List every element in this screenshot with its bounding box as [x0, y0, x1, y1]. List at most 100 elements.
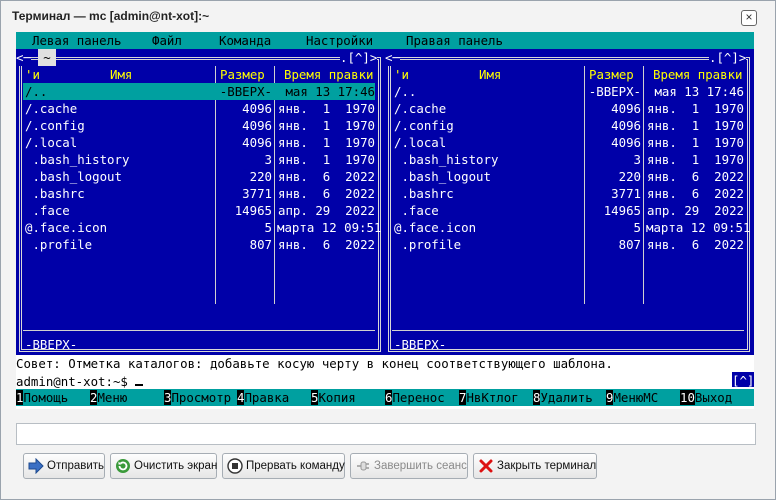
panels-area: <─ ~ .[^]> 'и Имя Размер Время правки /.…	[16, 49, 754, 371]
fkey-label: Выход	[694, 390, 733, 405]
menu-command[interactable]: Команда	[219, 32, 271, 49]
left-col-size[interactable]: Размер	[220, 66, 265, 83]
history-caret[interactable]: [^]	[732, 372, 754, 388]
left-panel-tilde[interactable]: ~	[38, 49, 56, 66]
prompt-text: admin@nt-xot:~$	[16, 374, 136, 389]
fkey-label: Перенос	[392, 390, 445, 405]
right-file-size: 14965	[603, 203, 641, 218]
menu-left-panel[interactable]: Левая панель	[32, 32, 122, 49]
menu-file[interactable]: Файл	[152, 32, 182, 49]
title-bar: Терминал — mc [admin@nt-xot]:~ ×	[1, 1, 775, 31]
right-panel[interactable]: <─ .[^]> 'и Имя Размер Время правки /.. -…	[385, 49, 754, 355]
fkey-label: Меню	[97, 390, 128, 405]
left-col-name[interactable]: Имя	[110, 66, 132, 83]
right-mini-status: -ВВЕРХ-	[394, 337, 447, 352]
left-file-size: 3771	[242, 186, 272, 201]
left-file-time: апр. 29 2022	[278, 203, 375, 218]
interrupt-command-button[interactable]: Прервать команду	[222, 453, 345, 479]
left-file-name: .bash_history	[25, 152, 130, 167]
stop-icon	[227, 458, 243, 474]
clear-screen-button[interactable]: Очистить экран	[110, 453, 217, 479]
terminal-screen[interactable]: Левая панель Файл Команда Настройки Прав…	[16, 32, 754, 409]
right-file-name: @.face.icon	[394, 220, 477, 235]
menu-settings[interactable]: Настройки	[306, 32, 373, 49]
fkey-9[interactable]: 9МенюМС	[606, 389, 658, 406]
left-file-time: янв. 1 1970	[278, 118, 375, 133]
right-col-size[interactable]: Размер	[589, 66, 634, 83]
right-file-time: янв. 1 1970	[647, 118, 744, 133]
fkey-label: Правка	[244, 390, 290, 405]
left-mini-status: -ВВЕРХ-	[25, 337, 78, 352]
left-panel-top-right[interactable]: .[^]>	[340, 49, 378, 66]
fkey-label: Просмотр	[171, 390, 232, 405]
close-terminal-button[interactable]: Закрыть терминал	[473, 453, 597, 479]
left-file-time: янв. 1 1970	[278, 101, 375, 116]
mc-menubar: Левая панель Файл Команда Настройки Прав…	[16, 32, 754, 49]
right-file-time: апр. 29 2022	[647, 203, 744, 218]
fkey-1[interactable]: 1Помощь	[16, 389, 68, 406]
right-file-time: мая 13 17:46	[654, 84, 744, 99]
fkey-label: Помощь	[23, 390, 69, 405]
left-file-time: янв. 6 2022	[278, 237, 375, 252]
end-session-button[interactable]: Завершить сеанс	[350, 453, 468, 479]
left-panel-arrow[interactable]: <─	[16, 49, 31, 66]
close-icon[interactable]: ×	[741, 10, 757, 26]
right-col-name[interactable]: Имя	[479, 66, 501, 83]
fkey-label: НвКтлог	[466, 390, 519, 405]
right-file-size: -ВВЕРХ-	[588, 84, 641, 99]
right-col-sort[interactable]: 'и	[394, 66, 409, 83]
right-file-time: янв. 1 1970	[647, 135, 744, 150]
left-file-name: /..	[25, 84, 48, 99]
fkey-3[interactable]: 3Просмотр	[164, 389, 231, 406]
right-file-time: янв. 6 2022	[647, 237, 744, 252]
left-col-sort[interactable]: 'и	[25, 66, 40, 83]
command-input[interactable]	[16, 423, 756, 445]
left-file-name: @.face.icon	[25, 220, 108, 235]
right-file-name: .profile	[394, 237, 462, 252]
fkey-6[interactable]: 6Перенос	[385, 389, 445, 406]
left-file-size: 4096	[242, 101, 272, 116]
left-file-name: .bashrc	[25, 186, 85, 201]
shell-prompt[interactable]: admin@nt-xot:~$	[16, 372, 144, 389]
fkey-label: МенюМС	[613, 390, 659, 405]
left-file-time: мая 13 17:46	[285, 84, 375, 99]
right-file-time: марта 12 09:51	[646, 220, 751, 235]
fkey-4[interactable]: 4Правка	[237, 389, 289, 406]
left-file-time: янв. 6 2022	[278, 169, 375, 184]
left-file-size: 5	[264, 220, 272, 235]
right-file-name: .bash_logout	[394, 169, 491, 184]
right-file-size: 4096	[611, 135, 641, 150]
left-file-name: /.local	[25, 135, 78, 150]
fkey-number: 10	[680, 390, 695, 405]
fkey-8[interactable]: 8Удалить	[533, 389, 593, 406]
right-panel-top-right[interactable]: .[^]>	[709, 49, 747, 66]
send-button[interactable]: Отправить	[23, 453, 105, 479]
fkey-5[interactable]: 5Копия	[311, 389, 356, 406]
right-file-size: 5	[633, 220, 641, 235]
menu-right-panel[interactable]: Правая панель	[406, 32, 503, 49]
left-file-size: 220	[249, 169, 272, 184]
refresh-icon	[116, 459, 130, 473]
left-file-time: янв. 1 1970	[278, 135, 375, 150]
fkey-2[interactable]: 2Меню	[90, 389, 127, 406]
fkey-10[interactable]: 10Выход	[680, 389, 732, 406]
left-file-size: 14965	[234, 203, 272, 218]
right-col-time[interactable]: Время правки	[653, 66, 743, 83]
right-file-name: .bash_history	[394, 152, 499, 167]
fkey-label: Копия	[318, 390, 356, 405]
function-key-bar: 1Помощь 2Меню 3Просмотр 4Правка 5Копия 6Перен…	[16, 389, 754, 406]
right-panel-arrow[interactable]: <─	[385, 49, 400, 66]
right-file-name: /.config	[394, 118, 454, 133]
right-file-time: янв. 6 2022	[647, 169, 744, 184]
right-file-time: янв. 6 2022	[647, 186, 744, 201]
left-file-time: янв. 1 1970	[278, 152, 375, 167]
left-panel[interactable]: <─ ~ .[^]> 'и Имя Размер Время правки /.…	[16, 49, 385, 355]
window-title: Терминал — mc [admin@nt-xot]:~	[12, 9, 210, 23]
right-file-name: /.local	[394, 135, 447, 150]
right-file-time: янв. 1 1970	[647, 152, 744, 167]
right-file-name: /.cache	[394, 101, 447, 116]
fkey-7[interactable]: 7НвКтлог	[459, 389, 519, 406]
right-free-space-text: 1064M/1697M (62%)	[610, 356, 737, 371]
right-file-size: 3	[633, 152, 641, 167]
left-col-time[interactable]: Время правки	[284, 66, 374, 83]
